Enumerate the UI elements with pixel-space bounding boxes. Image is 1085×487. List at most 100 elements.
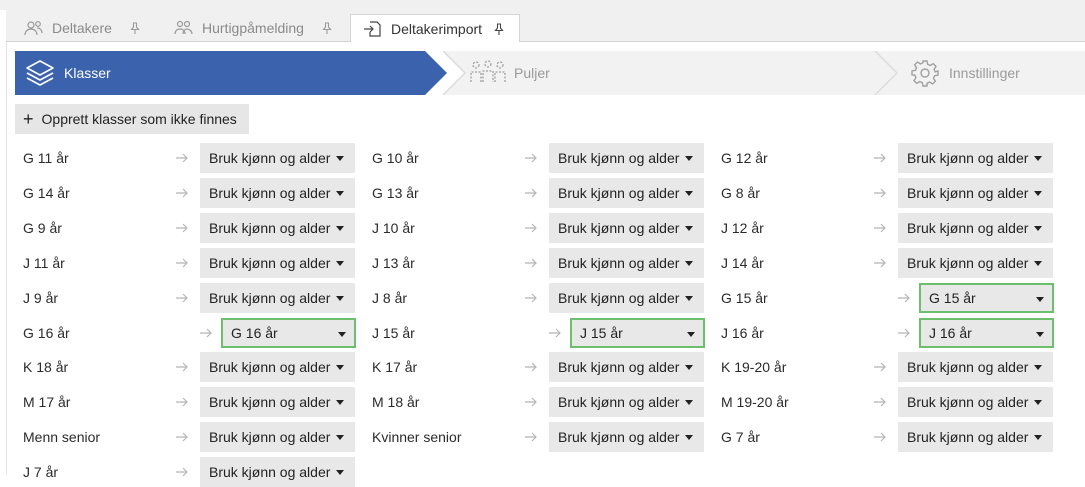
dropdown-value: Bruk kjønn og alder bbox=[907, 429, 1029, 445]
caret-down-icon bbox=[685, 261, 693, 266]
arrow-right-icon bbox=[199, 326, 213, 340]
dropdown-value: Bruk kjønn og alder bbox=[558, 290, 680, 306]
class-mapping-dropdown[interactable]: Bruk kjønn og alder bbox=[549, 178, 704, 208]
class-name-label: J 12 år bbox=[721, 220, 764, 236]
caret-down-icon bbox=[1034, 191, 1042, 196]
class-mapping-dropdown[interactable]: Bruk kjønn og alder bbox=[549, 248, 704, 278]
dropdown-value: Bruk kjønn og alder bbox=[558, 359, 680, 375]
class-mapping-dropdown[interactable]: J 15 år bbox=[570, 318, 705, 348]
class-mapping-dropdown[interactable]: G 16 år bbox=[221, 318, 356, 348]
class-mapping-dropdown[interactable]: Bruk kjønn og alder bbox=[200, 248, 355, 278]
plus-icon: + bbox=[23, 109, 34, 129]
class-mapping-row: G 13 år Bruk kjønn og alder bbox=[372, 178, 707, 208]
pin-icon[interactable] bbox=[130, 21, 142, 35]
people-icon bbox=[24, 19, 46, 37]
create-missing-classes-button[interactable]: + Opprett klasser som ikke finnes bbox=[15, 104, 249, 134]
wizard-step-label: Klasser bbox=[64, 65, 111, 81]
class-name-label: M 19-20 år bbox=[721, 394, 789, 410]
tab-deltakere[interactable]: Deltakere bbox=[6, 14, 156, 42]
people-group-icon bbox=[174, 19, 196, 37]
class-mapping-dropdown[interactable]: Bruk kjønn og alder bbox=[200, 422, 355, 452]
arrow-right-icon bbox=[524, 395, 538, 409]
tab-deltakerimport[interactable]: Deltakerimport bbox=[350, 14, 520, 43]
class-mapping-row: M 18 år Bruk kjønn og alder bbox=[372, 387, 707, 417]
class-mapping-dropdown[interactable]: Bruk kjønn og alder bbox=[549, 352, 704, 382]
arrow-right-icon bbox=[548, 326, 562, 340]
class-mapping-row: K 18 år Bruk kjønn og alder bbox=[23, 352, 358, 382]
dropdown-value: G 16 år bbox=[231, 325, 278, 341]
pin-icon[interactable] bbox=[494, 22, 506, 36]
class-mapping-dropdown[interactable]: Bruk kjønn og alder bbox=[898, 143, 1053, 173]
arrow-right-icon bbox=[873, 395, 887, 409]
class-mapping-row: J 8 år Bruk kjønn og alder bbox=[372, 283, 707, 313]
tab-hurtigpamelding[interactable]: Hurtigpåmelding bbox=[156, 14, 346, 42]
class-mapping-dropdown[interactable]: J 16 år bbox=[919, 318, 1054, 348]
class-mapping-dropdown[interactable]: Bruk kjønn og alder bbox=[200, 213, 355, 243]
class-mapping-dropdown[interactable]: Bruk kjønn og alder bbox=[549, 143, 704, 173]
class-mapping-dropdown[interactable]: Bruk kjønn og alder bbox=[898, 352, 1053, 382]
caret-down-icon bbox=[336, 400, 344, 405]
tab-label: Deltakere bbox=[52, 20, 112, 36]
class-mapping-dropdown[interactable]: G 15 år bbox=[919, 283, 1054, 313]
class-mapping-dropdown[interactable]: Bruk kjønn og alder bbox=[549, 387, 704, 417]
class-name-label: G 9 år bbox=[23, 220, 62, 236]
dropdown-value: Bruk kjønn og alder bbox=[907, 359, 1029, 375]
arrow-right-icon bbox=[897, 291, 911, 305]
caret-down-icon bbox=[685, 156, 693, 161]
class-mapping-dropdown[interactable]: Bruk kjønn og alder bbox=[549, 283, 704, 313]
caret-down-icon bbox=[336, 226, 344, 231]
class-name-label: K 17 år bbox=[372, 359, 418, 375]
caret-down-icon bbox=[336, 261, 344, 266]
arrow-right-icon bbox=[873, 221, 887, 235]
wizard-step-label: Puljer bbox=[514, 65, 550, 81]
class-mapping-dropdown[interactable]: Bruk kjønn og alder bbox=[200, 143, 355, 173]
class-mapping-dropdown[interactable]: Bruk kjønn og alder bbox=[898, 387, 1053, 417]
class-mapping-dropdown[interactable]: Bruk kjønn og alder bbox=[200, 387, 355, 417]
pin-icon[interactable] bbox=[322, 21, 334, 35]
class-name-label: K 19-20 år bbox=[721, 359, 787, 375]
class-mapping-row: J 7 år Bruk kjønn og alder bbox=[23, 457, 358, 487]
class-name-label: J 10 år bbox=[372, 220, 415, 236]
arrow-right-icon bbox=[524, 186, 538, 200]
dropdown-value: Bruk kjønn og alder bbox=[907, 220, 1029, 236]
caret-down-icon bbox=[1034, 226, 1042, 231]
class-mapping-row: G 10 år Bruk kjønn og alder bbox=[372, 143, 707, 173]
arrow-right-icon bbox=[524, 291, 538, 305]
caret-down-icon bbox=[685, 226, 693, 231]
class-mapping-dropdown[interactable]: Bruk kjønn og alder bbox=[200, 457, 355, 487]
caret-down-icon bbox=[1034, 156, 1042, 161]
class-mapping-dropdown[interactable]: Bruk kjønn og alder bbox=[898, 213, 1053, 243]
class-mapping-row: G 16 år G 16 år bbox=[23, 318, 358, 348]
arrow-right-icon bbox=[175, 256, 189, 270]
class-mapping-row: K 19-20 år Bruk kjønn og alder bbox=[721, 352, 1056, 382]
class-mapping-row: K 17 år Bruk kjønn og alder bbox=[372, 352, 707, 382]
arrow-right-icon bbox=[873, 430, 887, 444]
class-mapping-dropdown[interactable]: Bruk kjønn og alder bbox=[549, 422, 704, 452]
class-mapping-dropdown[interactable]: Bruk kjønn og alder bbox=[200, 178, 355, 208]
arrow-right-icon bbox=[175, 465, 189, 479]
window-top-band bbox=[0, 0, 1085, 10]
class-mapping-row: G 7 år Bruk kjønn og alder bbox=[721, 422, 1056, 452]
class-mapping-row: J 16 år J 16 år bbox=[721, 318, 1056, 348]
caret-down-icon bbox=[336, 435, 344, 440]
class-name-label: J 9 år bbox=[23, 290, 59, 306]
class-mapping-row: M 19-20 år Bruk kjønn og alder bbox=[721, 387, 1056, 417]
dropdown-value: Bruk kjønn og alder bbox=[907, 150, 1029, 166]
class-mapping-dropdown[interactable]: Bruk kjønn og alder bbox=[200, 352, 355, 382]
dropdown-value: Bruk kjønn og alder bbox=[558, 185, 680, 201]
class-name-label: G 15 år bbox=[721, 290, 768, 306]
dropdown-value: Bruk kjønn og alder bbox=[907, 255, 1029, 271]
dropdown-value: Bruk kjønn og alder bbox=[209, 185, 331, 201]
class-mapping-dropdown[interactable]: Bruk kjønn og alder bbox=[549, 213, 704, 243]
dropdown-value: Bruk kjønn og alder bbox=[209, 394, 331, 410]
class-mapping-dropdown[interactable]: Bruk kjønn og alder bbox=[200, 283, 355, 313]
dropdown-value: Bruk kjønn og alder bbox=[209, 290, 331, 306]
caret-down-icon bbox=[1034, 435, 1042, 440]
tab-label: Deltakerimport bbox=[391, 21, 483, 37]
class-mapping-row: J 14 år Bruk kjønn og alder bbox=[721, 248, 1056, 278]
class-mapping-dropdown[interactable]: Bruk kjønn og alder bbox=[898, 178, 1053, 208]
class-mapping-dropdown[interactable]: Bruk kjønn og alder bbox=[898, 422, 1053, 452]
caret-down-icon bbox=[685, 435, 693, 440]
class-mapping-dropdown[interactable]: Bruk kjønn og alder bbox=[898, 248, 1053, 278]
class-name-label: Menn senior bbox=[23, 429, 101, 445]
